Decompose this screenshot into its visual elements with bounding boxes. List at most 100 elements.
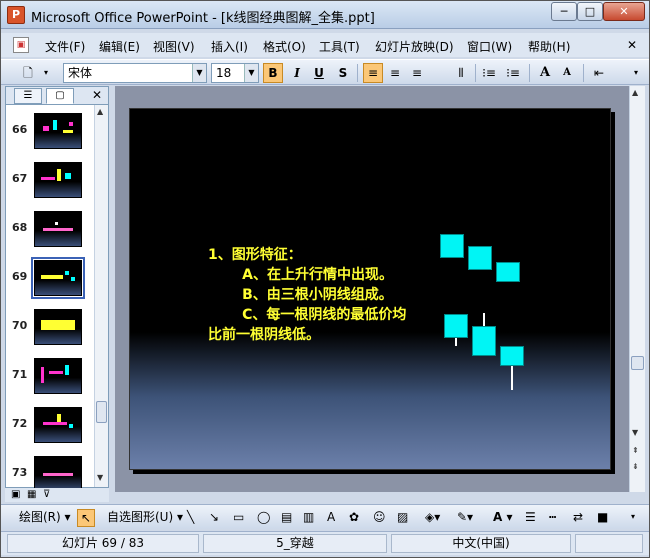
fill-color-icon[interactable]: ◈▾ bbox=[425, 509, 440, 527]
slide-thumbnail[interactable] bbox=[34, 358, 82, 394]
candlestick-body[interactable] bbox=[496, 262, 520, 282]
menu-insert[interactable]: 插入(I) bbox=[211, 38, 248, 55]
vertical-text-icon[interactable]: ⫴ bbox=[451, 63, 471, 83]
previous-slide-icon[interactable]: ⇞ bbox=[632, 446, 639, 455]
pane-close-button[interactable]: ✕ bbox=[92, 88, 102, 102]
numbering-icon[interactable]: ⁝≡ bbox=[479, 63, 499, 83]
line-style-icon[interactable]: ☰ bbox=[525, 509, 536, 527]
menu-format[interactable]: 格式(O) bbox=[263, 38, 306, 55]
scrollbar-thumb[interactable] bbox=[96, 401, 107, 423]
scroll-down-icon[interactable]: ▼ bbox=[97, 473, 103, 482]
slide-thumbnail-row-selected[interactable]: 69 bbox=[6, 257, 94, 308]
scrollbar-thumb[interactable] bbox=[631, 356, 644, 370]
close-window-button[interactable]: ✕ bbox=[603, 2, 645, 21]
arrow-style-icon[interactable]: ⇄ bbox=[573, 509, 583, 527]
design-template-status[interactable]: 5_穿越 bbox=[203, 534, 387, 553]
menu-window[interactable]: 窗口(W) bbox=[467, 38, 512, 55]
candlestick-body[interactable] bbox=[440, 234, 464, 258]
powerpoint-app-icon[interactable]: P bbox=[7, 6, 25, 24]
slide-thumbnail-row[interactable]: 66 bbox=[6, 113, 94, 161]
new-document-icon[interactable]: 🗋 bbox=[19, 63, 37, 83]
title-bar: P Microsoft Office PowerPoint - [k线图经典图解… bbox=[1, 1, 649, 29]
slide-thumbnail[interactable] bbox=[34, 211, 82, 247]
menu-help[interactable]: 帮助(H) bbox=[528, 38, 570, 55]
toolbar-options-icon[interactable]: ▾ bbox=[629, 63, 643, 83]
chevron-down-icon[interactable]: ▼ bbox=[192, 64, 206, 82]
candlestick-body[interactable] bbox=[468, 246, 492, 270]
align-center-icon[interactable]: ≡ bbox=[385, 63, 405, 83]
slide-thumbnail-row[interactable]: 72 bbox=[6, 407, 94, 455]
slide-thumbnail[interactable] bbox=[34, 456, 82, 492]
italic-button[interactable]: I bbox=[287, 63, 307, 83]
select-objects-icon[interactable]: ↖ bbox=[77, 509, 95, 527]
menu-file[interactable]: 文件(F) bbox=[45, 38, 85, 55]
chevron-down-icon[interactable]: ▼ bbox=[244, 64, 258, 82]
tab-outline[interactable]: ☰ bbox=[14, 88, 42, 104]
normal-view-icon[interactable]: ▣ bbox=[11, 488, 20, 501]
menu-tools[interactable]: 工具(T) bbox=[319, 38, 360, 55]
minimize-button[interactable]: ─ bbox=[551, 2, 577, 21]
autoshapes-menu-button[interactable]: 自选图形(U) ▾ bbox=[107, 509, 183, 527]
menu-view[interactable]: 视图(V) bbox=[153, 38, 195, 55]
slide-thumbnail[interactable] bbox=[34, 113, 82, 149]
language-status[interactable]: 中文(中国) bbox=[391, 534, 571, 553]
decrease-font-size-button[interactable]: A bbox=[557, 63, 577, 83]
menu-edit[interactable]: 编辑(E) bbox=[99, 38, 140, 55]
slide-thumbnail-row[interactable]: 70 bbox=[6, 309, 94, 357]
vertical-text-box-icon[interactable]: ▥ bbox=[303, 509, 314, 527]
arrow-tool-icon[interactable]: ↘ bbox=[209, 509, 219, 527]
clip-art-icon[interactable]: ☺ bbox=[373, 509, 386, 527]
slide-sorter-view-icon[interactable]: ▦ bbox=[27, 488, 36, 501]
slide-thumbnail[interactable] bbox=[34, 309, 82, 345]
text-box-icon[interactable]: ▤ bbox=[281, 509, 292, 527]
bold-button[interactable]: B bbox=[263, 63, 283, 83]
slide-thumbnail-row[interactable]: 71 bbox=[6, 358, 94, 406]
font-name-combo[interactable]: 宋体 ▼ bbox=[63, 63, 207, 83]
toolbar-options-icon[interactable]: ▾ bbox=[631, 509, 635, 527]
font-color-button[interactable]: A ▾ bbox=[493, 509, 513, 527]
tab-slides[interactable]: ▢ bbox=[46, 88, 74, 104]
document-close-button[interactable]: ✕ bbox=[627, 38, 637, 52]
slide-thumbnail[interactable] bbox=[34, 407, 82, 443]
underline-button[interactable]: U bbox=[309, 63, 329, 83]
scroll-up-icon[interactable]: ▲ bbox=[97, 107, 103, 116]
toolbar-separator bbox=[529, 64, 530, 82]
wordart-icon[interactable]: A bbox=[327, 509, 335, 527]
increase-font-size-button[interactable]: A bbox=[535, 63, 555, 83]
document-menu-icon[interactable]: ▣ bbox=[13, 37, 29, 53]
menu-slideshow[interactable]: 幻灯片放映(D) bbox=[375, 38, 454, 55]
picture-icon[interactable]: ▨ bbox=[397, 509, 408, 527]
slides-pane-scrollbar[interactable]: ▲ ▼ bbox=[94, 105, 108, 487]
slide-thumbnail-selected[interactable] bbox=[31, 257, 85, 299]
next-slide-icon[interactable]: ⇟ bbox=[632, 462, 639, 471]
oval-tool-icon[interactable]: ◯ bbox=[257, 509, 270, 527]
rectangle-tool-icon[interactable]: ▭ bbox=[233, 509, 244, 527]
slide-text-box[interactable]: 1、图形特征： A、在上升行情中出现。 B、由三根小阴线组成。 C、每一根阴线的… bbox=[208, 245, 406, 345]
draw-menu-button[interactable]: 绘图(R) ▾ bbox=[19, 509, 71, 527]
font-size-combo[interactable]: 18 ▼ bbox=[211, 63, 259, 83]
maximize-button[interactable]: □ bbox=[577, 2, 603, 21]
scroll-up-icon[interactable]: ▲ bbox=[632, 88, 638, 97]
slideshow-view-icon[interactable]: ⊽ bbox=[43, 488, 50, 501]
new-dropdown-icon[interactable]: ▾ bbox=[41, 63, 51, 83]
scroll-down-icon[interactable]: ▼ bbox=[632, 428, 638, 437]
candlestick-wick bbox=[511, 366, 513, 390]
current-slide[interactable]: 1、图形特征： A、在上升行情中出现。 B、由三根小阴线组成。 C、每一根阴线的… bbox=[129, 108, 611, 470]
dash-style-icon[interactable]: ┅ bbox=[549, 509, 556, 527]
line-color-icon[interactable]: ✎▾ bbox=[457, 509, 473, 527]
candlestick-body[interactable] bbox=[472, 326, 496, 356]
slide-thumbnail-row[interactable]: 68 bbox=[6, 211, 94, 259]
line-tool-icon[interactable]: ╲ bbox=[187, 509, 194, 527]
diagram-icon[interactable]: ✿ bbox=[349, 509, 359, 527]
shadow-button[interactable]: S bbox=[333, 63, 353, 83]
candlestick-body[interactable] bbox=[444, 314, 468, 338]
slide-scrollbar[interactable]: ▲ ▼ ⇞ ⇟ bbox=[629, 86, 645, 492]
decrease-indent-icon[interactable]: ⇤ bbox=[589, 63, 609, 83]
bullets-icon[interactable]: ⁝≡ bbox=[503, 63, 523, 83]
shadow-style-icon[interactable]: ■ bbox=[597, 509, 608, 527]
align-left-icon[interactable]: ≡ bbox=[363, 63, 383, 83]
slide-thumbnail-row[interactable]: 67 bbox=[6, 162, 94, 210]
align-right-icon[interactable]: ≡ bbox=[407, 63, 427, 83]
slide-thumbnail[interactable] bbox=[34, 162, 82, 198]
candlestick-body[interactable] bbox=[500, 346, 524, 366]
